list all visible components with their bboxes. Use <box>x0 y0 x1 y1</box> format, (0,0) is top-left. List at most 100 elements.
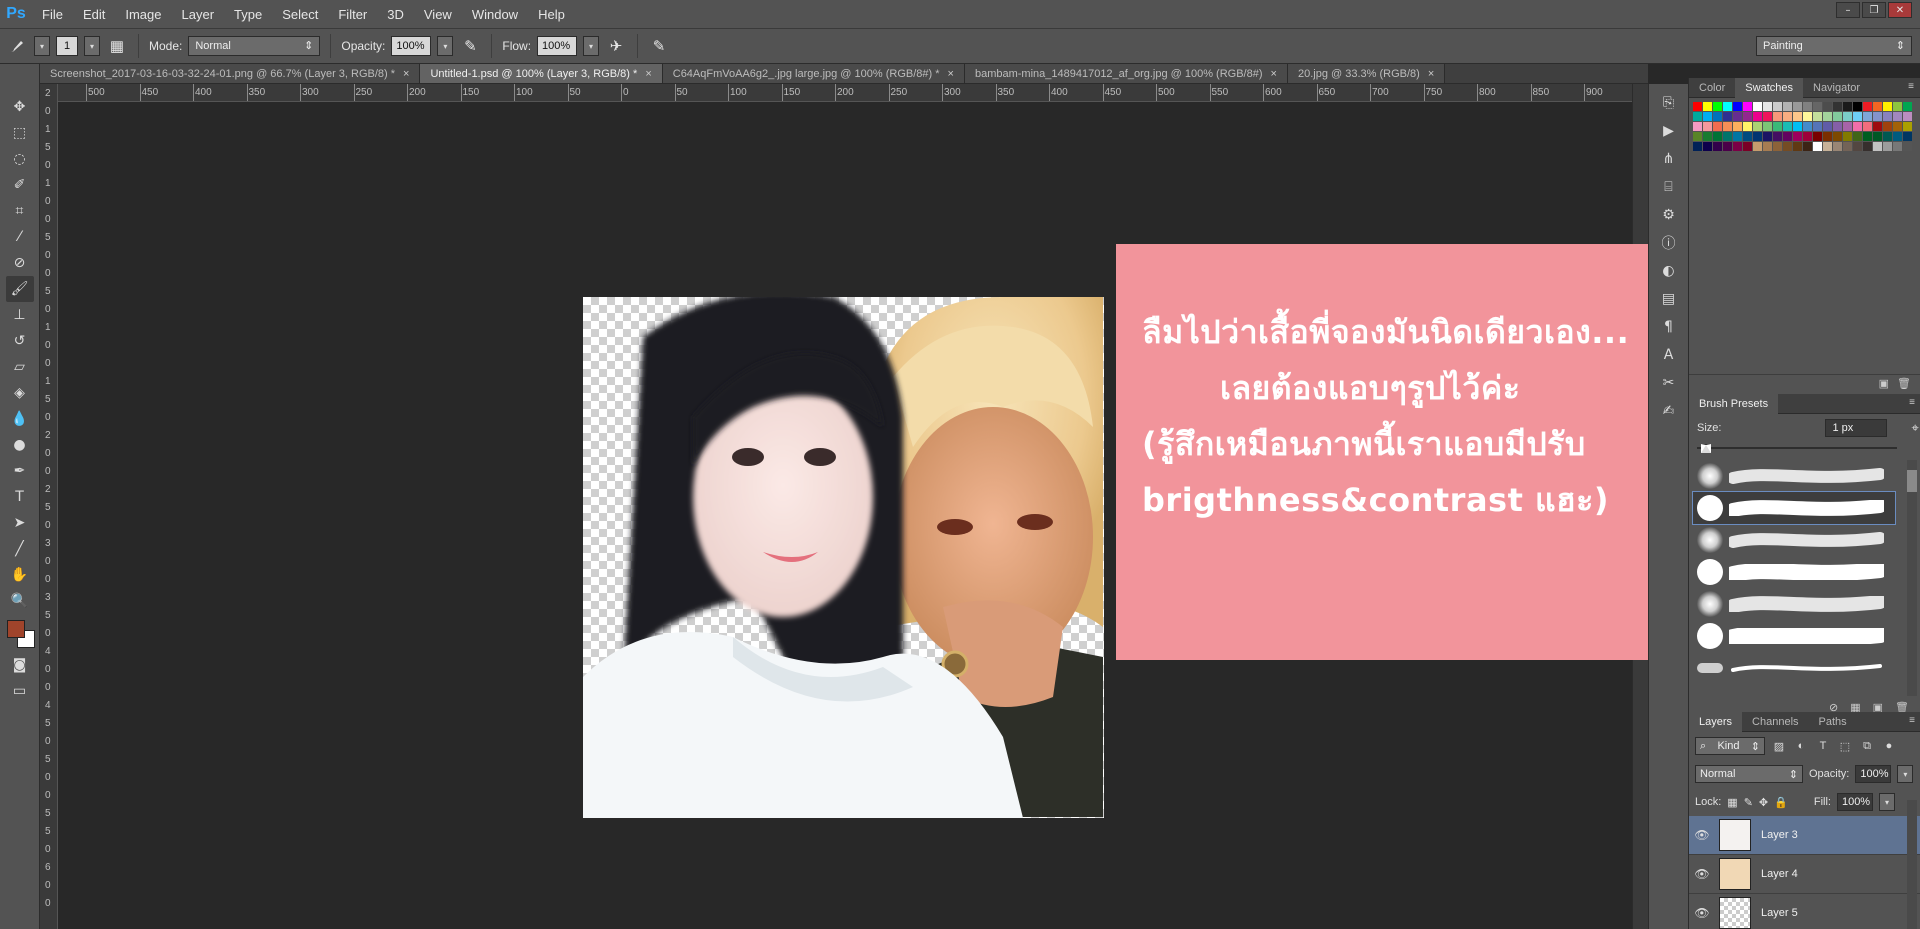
color-swatch[interactable] <box>1813 122 1822 131</box>
color-swatch[interactable] <box>1863 102 1872 111</box>
color-swatch[interactable] <box>1783 122 1792 131</box>
color-swatch[interactable] <box>1723 112 1732 121</box>
brush-preset-item[interactable] <box>1693 620 1895 652</box>
character-icon[interactable]: A <box>1656 342 1682 368</box>
color-swatch[interactable] <box>1873 112 1882 121</box>
scroll-thumb[interactable] <box>1907 470 1917 492</box>
adjustment-filter-icon[interactable]: ◐ <box>1793 738 1809 754</box>
color-swatch[interactable] <box>1693 132 1702 141</box>
color-swatch[interactable] <box>1873 122 1882 131</box>
color-swatch[interactable] <box>1903 102 1912 111</box>
tab-swatches[interactable]: Swatches <box>1735 78 1803 98</box>
color-swatch[interactable] <box>1833 102 1842 111</box>
color-swatch[interactable] <box>1863 132 1872 141</box>
document-canvas[interactable] <box>583 297 1104 818</box>
color-swatch[interactable] <box>1763 122 1772 131</box>
workspace-select[interactable]: Painting ⇕ <box>1756 36 1912 56</box>
tab-close-icon[interactable]: × <box>403 64 409 83</box>
line-tool-icon[interactable]: ╱ <box>6 536 34 562</box>
healing-brush-tool-icon[interactable]: ⊘ <box>6 250 34 276</box>
color-swatch[interactable] <box>1773 122 1782 131</box>
layer-row-layer-4[interactable]: 👁 Layer 4 <box>1689 855 1920 894</box>
history-brush-tool-icon[interactable]: ↺ <box>6 328 34 354</box>
color-swatch[interactable] <box>1773 112 1782 121</box>
color-swatch[interactable] <box>1743 122 1752 131</box>
tab-layers[interactable]: Layers <box>1689 712 1743 732</box>
color-swatch[interactable] <box>1783 112 1792 121</box>
eye-icon[interactable]: 👁 <box>1689 867 1715 881</box>
horizontal-ruler[interactable]: 500 450 400 350 300 250 200 150 100 50 0 50 100 150 20… <box>58 84 1632 102</box>
color-swatch[interactable] <box>1763 132 1772 141</box>
color-swatch[interactable] <box>1713 112 1722 121</box>
menu-3d[interactable]: 3D <box>377 0 414 29</box>
quick-select-tool-icon[interactable]: ✐ <box>6 172 34 198</box>
color-swatch[interactable] <box>1863 122 1872 131</box>
color-swatch[interactable] <box>1793 112 1802 121</box>
color-swatch[interactable] <box>1853 142 1862 151</box>
menu-select[interactable]: Select <box>272 0 328 29</box>
screen-mode-icon[interactable]: ▭ <box>6 678 34 704</box>
color-swatch[interactable] <box>1903 132 1912 141</box>
eye-icon[interactable]: 👁 <box>1689 828 1715 842</box>
color-swatch[interactable] <box>1733 112 1742 121</box>
color-swatch[interactable] <box>1713 122 1722 131</box>
close-window-button[interactable]: ✕ <box>1888 2 1912 18</box>
menu-type[interactable]: Type <box>224 0 272 29</box>
eraser-tool-icon[interactable]: ▱ <box>6 354 34 380</box>
color-swatch[interactable] <box>1793 122 1802 131</box>
properties-icon[interactable]: ⚙ <box>1656 202 1682 228</box>
color-swatch[interactable] <box>1703 122 1712 131</box>
pen-tool-icon[interactable]: ✒ <box>6 458 34 484</box>
brush-tool-icon[interactable]: 🖌 <box>5 276 34 302</box>
color-swatch[interactable] <box>1863 142 1872 151</box>
color-swatch[interactable] <box>1893 132 1902 141</box>
opacity-dropdown[interactable]: ▾ <box>437 36 454 56</box>
color-swatch[interactable] <box>1803 122 1812 131</box>
panel-menu-icon[interactable]: ≡ <box>1909 715 1915 726</box>
color-swatch[interactable] <box>1773 102 1782 111</box>
color-swatch[interactable] <box>1893 142 1902 151</box>
color-swatch[interactable] <box>1803 142 1812 151</box>
brush-panel-toggle-icon[interactable]: ▦ <box>106 35 128 57</box>
doc-tab-20jpg[interactable]: 20.jpg @ 33.3% (RGB/8) × <box>1287 64 1446 83</box>
tab-close-icon[interactable]: × <box>645 64 651 83</box>
paragraph-icon[interactable]: ¶ <box>1656 314 1682 340</box>
color-swatch[interactable] <box>1883 142 1892 151</box>
color-swatch[interactable] <box>1883 112 1892 121</box>
styles-icon[interactable]: ▤ <box>1656 286 1682 312</box>
shape-filter-icon[interactable]: ⬚ <box>1837 738 1853 754</box>
color-swatch[interactable] <box>1693 122 1702 131</box>
color-swatch[interactable] <box>1873 132 1882 141</box>
layer-row-layer-5[interactable]: 👁 Layer 5 <box>1689 894 1920 929</box>
dodge-tool-icon[interactable]: ● <box>6 432 34 458</box>
brush-list-scrollbar[interactable] <box>1907 460 1917 696</box>
color-swatch[interactable] <box>1823 122 1832 131</box>
color-swatch[interactable] <box>1803 102 1812 111</box>
move-tool-icon[interactable]: ✥ <box>6 94 34 120</box>
color-swatch[interactable] <box>1843 142 1852 151</box>
color-swatch[interactable] <box>1893 112 1902 121</box>
doc-tab-c64aq[interactable]: C64AqFmVoAA6g2_.jpg large.jpg @ 100% (RG… <box>662 64 965 83</box>
fill-dropdown[interactable]: ▾ <box>1878 793 1895 811</box>
doc-tab-screenshot[interactable]: Screenshot_2017-03-16-03-32-24-01.png @ … <box>40 64 421 83</box>
blend-mode-select[interactable]: Normal ⇕ <box>1695 765 1803 783</box>
color-swatch[interactable] <box>1883 132 1892 141</box>
color-swatch[interactable] <box>1763 102 1772 111</box>
hand-tool-icon[interactable]: ✋ <box>6 562 34 588</box>
color-swatch[interactable] <box>1723 142 1732 151</box>
type-tool-icon[interactable]: T <box>6 484 34 510</box>
brush-size-slider[interactable] <box>1697 444 1913 453</box>
color-swatch[interactable] <box>1873 102 1882 111</box>
eyedropper-tool-icon[interactable]: ⁄ <box>6 224 34 250</box>
color-swatch[interactable] <box>1813 132 1822 141</box>
marquee-tool-icon[interactable]: ⬚ <box>6 120 34 146</box>
airbrush-icon[interactable]: ✈ <box>605 35 627 57</box>
pressure-opacity-icon[interactable]: ✎ <box>459 35 481 57</box>
color-swatch[interactable] <box>1703 142 1712 151</box>
restore-button[interactable]: ❐ <box>1862 2 1886 18</box>
zoom-tool-icon[interactable]: 🔍 <box>6 588 34 614</box>
color-swatch[interactable] <box>1833 112 1842 121</box>
lock-transparency-icon[interactable]: ▦ <box>1727 796 1737 809</box>
layers-scrollbar[interactable] <box>1907 800 1917 929</box>
color-swatch[interactable] <box>1813 112 1822 121</box>
